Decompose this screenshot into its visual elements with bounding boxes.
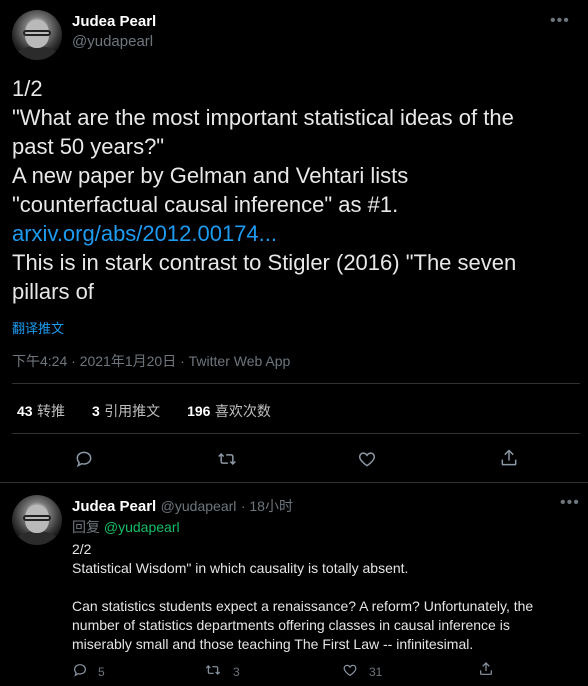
avatar[interactable] [12,10,62,60]
like-label[interactable]: 喜欢次数 [215,403,271,419]
reply-reply-count[interactable]: 5 [98,665,105,679]
replying-label: 回复 [72,519,100,535]
reply-share-icon[interactable] [478,661,494,677]
reply-reply-icon[interactable] [72,662,88,678]
tweet-line: "counterfactual causal inference" as #1. [12,192,399,217]
stats-row: 43 转推 3 引用推文 196 喜欢次数 [17,401,271,421]
reply-author-name[interactable]: Judea Pearl [72,498,156,515]
timestamp[interactable]: 下午4:24 · 2021年1月20日 · Twitter Web App [12,351,290,371]
tweet-body: 1/2 "What are the most important statist… [12,74,582,306]
retweet-icon[interactable] [216,449,238,469]
reply-author-handle[interactable]: @yudapearl [161,498,237,514]
reply-retweet-count[interactable]: 3 [233,665,240,679]
reply-line: miserably small and those teaching The F… [72,636,474,652]
tweet-line: A new paper by Gelman and Vehtari lists [12,163,409,188]
reply-line [72,578,582,597]
reply-avatar[interactable] [12,495,62,545]
reply-like-icon[interactable] [342,662,358,678]
reply-body: 2/2 Statistical Wisdom" in which causali… [72,540,582,654]
reply-more-icon[interactable]: ••• [560,494,580,512]
reply-time[interactable]: · 18小时 [241,498,293,514]
reply-line: 2/2 [72,541,92,557]
divider [0,482,588,483]
paper-link[interactable]: arxiv.org/abs/2012.00174... [12,219,582,248]
more-icon[interactable]: ••• [550,12,570,30]
quote-label[interactable]: 引用推文 [104,403,160,419]
reply-line: Can statistics students expect a renaiss… [72,598,534,614]
retweet-count[interactable]: 43 [17,403,33,419]
tweet-line: 1/2 [12,76,43,101]
author-handle[interactable]: @yudapearl [72,33,153,50]
share-icon[interactable] [499,448,519,468]
retweet-label[interactable]: 转推 [37,403,65,419]
tweet-line: This is in stark contrast to Stigler (20… [12,250,517,275]
reply-icon[interactable] [74,449,94,469]
tweet-line: past 50 years?" [12,134,165,159]
reply-retweet-icon[interactable] [204,662,222,678]
replying-handle[interactable]: @yudapearl [104,519,180,535]
reply-header: Judea Pearl @yudapearl · 18小时 [72,496,293,516]
divider [12,433,580,434]
tweet-line: pillars of [12,279,94,304]
reply-like-count[interactable]: 31 [369,665,382,679]
tweet-line: "What are the most important statistical… [12,105,514,130]
quote-count[interactable]: 3 [92,403,100,419]
reply-line: Statistical Wisdom" in which causality i… [72,560,409,576]
like-icon[interactable] [357,449,377,469]
like-count[interactable]: 196 [187,403,210,419]
replying-to: 回复 @yudapearl [72,517,180,537]
divider [12,383,580,384]
translate-link[interactable]: 翻译推文 [12,318,64,337]
author-name[interactable]: Judea Pearl [72,13,156,30]
reply-line: number of statistics departments offerin… [72,617,510,633]
